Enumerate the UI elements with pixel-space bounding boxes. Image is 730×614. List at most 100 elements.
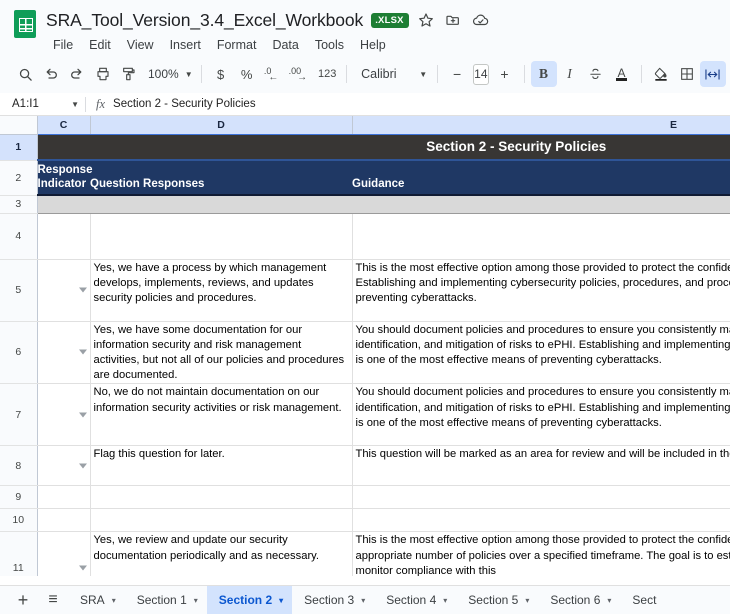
cell-d10[interactable] — [90, 509, 352, 532]
merge-cells-icon[interactable] — [700, 61, 726, 87]
cell-c4[interactable] — [37, 213, 90, 259]
decrease-font-size-button[interactable]: − — [444, 61, 470, 87]
cell-d9[interactable] — [90, 486, 352, 509]
cell-d11-question-response[interactable]: Yes, we review and update our security d… — [90, 532, 352, 576]
table-row[interactable]: 9 — [0, 486, 730, 509]
print-icon[interactable] — [90, 61, 116, 87]
row-header-4[interactable]: 4 — [0, 213, 37, 259]
strikethrough-button[interactable] — [583, 61, 609, 87]
dropdown-caret-icon[interactable] — [79, 350, 87, 355]
add-sheet-icon[interactable]: + — [8, 586, 38, 614]
select-all-corner[interactable] — [0, 116, 37, 134]
chevron-down-icon[interactable]: ▾ — [279, 596, 283, 605]
row-header-10[interactable]: 10 — [0, 509, 37, 532]
sheet-tab-section-3[interactable]: Section 3 ▾ — [292, 586, 374, 614]
menu-edit[interactable]: Edit — [82, 36, 118, 54]
increase-font-size-button[interactable]: + — [492, 61, 518, 87]
italic-button[interactable]: I — [557, 61, 583, 87]
table-row[interactable]: 6 Yes, we have some documentation for ou… — [0, 321, 730, 384]
cell-c8-response-indicator[interactable] — [37, 446, 90, 486]
menu-data[interactable]: Data — [265, 36, 305, 54]
sheet-tab-section-2[interactable]: Section 2 ▾ — [207, 586, 292, 614]
table-row[interactable]: 5 Yes, we have a process by which manage… — [0, 259, 730, 321]
cell-c5-response-indicator[interactable] — [37, 259, 90, 321]
cell-e10[interactable] — [352, 509, 730, 532]
cell-e7-guidance[interactable]: You should document policies and procedu… — [352, 384, 730, 446]
section-title-cell[interactable]: Section 2 - Security Policies — [37, 134, 730, 160]
percent-format-button[interactable]: % — [234, 61, 260, 87]
currency-format-button[interactable]: $ — [208, 61, 234, 87]
cell-e11-guidance[interactable]: This is the most effective option among … — [352, 532, 730, 576]
dropdown-caret-icon[interactable] — [79, 463, 87, 468]
undo-icon[interactable] — [38, 61, 64, 87]
row-header-5[interactable]: 5 — [0, 259, 37, 321]
cell-e5-guidance[interactable]: This is the most effective option among … — [352, 259, 730, 321]
increase-decimal-button[interactable]: .00→ — [286, 61, 315, 87]
menu-tools[interactable]: Tools — [308, 36, 351, 54]
cell-d5-question-response[interactable]: Yes, we have a process by which manageme… — [90, 259, 352, 321]
cell-d4[interactable] — [90, 213, 352, 259]
sheet-tab-section-4[interactable]: Section 4 ▾ — [374, 586, 456, 614]
column-header-e[interactable]: E — [352, 116, 730, 134]
table-row[interactable]: 3 — [0, 195, 730, 213]
sheet-tab-section-7[interactable]: Sect — [620, 586, 665, 614]
cell-e9[interactable] — [352, 486, 730, 509]
cell-c11-response-indicator[interactable] — [37, 532, 90, 576]
dropdown-caret-icon[interactable] — [79, 288, 87, 293]
spreadsheet-grid[interactable]: C D E 1 Section 2 - Security Policies 2 … — [0, 116, 730, 576]
row-header-9[interactable]: 9 — [0, 486, 37, 509]
redo-icon[interactable] — [64, 61, 90, 87]
header-question-responses[interactable]: Question Responses — [90, 160, 352, 195]
fill-color-icon[interactable] — [648, 61, 674, 87]
cell-c9[interactable] — [37, 486, 90, 509]
cell-e8-guidance[interactable]: This question will be marked as an area … — [352, 446, 730, 486]
row-header-6[interactable]: 6 — [0, 321, 37, 384]
chevron-down-icon[interactable]: ▾ — [525, 596, 529, 605]
cell-e6-guidance[interactable]: You should document policies and procedu… — [352, 321, 730, 384]
row-header-8[interactable]: 8 — [0, 446, 37, 486]
star-icon[interactable] — [418, 12, 434, 28]
table-row[interactable]: 4 — [0, 213, 730, 259]
cell-c10[interactable] — [37, 509, 90, 532]
table-row[interactable]: 11 Yes, we review and update our securit… — [0, 532, 730, 576]
cell-d8-question-response[interactable]: Flag this question for later. — [90, 446, 352, 486]
text-color-button[interactable]: A — [609, 61, 635, 87]
move-to-folder-icon[interactable] — [445, 12, 461, 28]
font-family-dropdown[interactable]: Calibri ▼ — [353, 61, 431, 87]
table-row[interactable]: 8 Flag this question for later. This que… — [0, 446, 730, 486]
menu-view[interactable]: View — [120, 36, 161, 54]
chevron-down-icon[interactable]: ▾ — [443, 596, 447, 605]
spacer-cell[interactable] — [37, 195, 730, 213]
sheet-tab-section-6[interactable]: Section 6 ▾ — [538, 586, 620, 614]
borders-icon[interactable] — [674, 61, 700, 87]
zoom-level-dropdown[interactable]: 100% ▼ — [142, 61, 195, 87]
cell-d6-question-response[interactable]: Yes, we have some documentation for our … — [90, 321, 352, 384]
cell-c7-response-indicator[interactable] — [37, 384, 90, 446]
menu-format[interactable]: Format — [210, 36, 264, 54]
sheet-tab-sra[interactable]: SRA ▾ — [68, 586, 125, 614]
chevron-down-icon[interactable]: ▾ — [112, 596, 116, 605]
sheet-tab-section-5[interactable]: Section 5 ▾ — [456, 586, 538, 614]
menu-file[interactable]: File — [46, 36, 80, 54]
font-size-input[interactable]: 14 — [473, 64, 488, 85]
formula-input[interactable]: Section 2 - Security Policies — [113, 98, 256, 110]
bold-button[interactable]: B — [531, 61, 557, 87]
all-sheets-menu-icon[interactable]: ≡ — [38, 586, 68, 614]
paint-format-icon[interactable] — [116, 61, 142, 87]
column-header-d[interactable]: D — [90, 116, 352, 134]
table-row[interactable]: 7 No, we do not maintain documentation o… — [0, 384, 730, 446]
row-header-1[interactable]: 1 — [0, 134, 37, 160]
table-row[interactable]: 10 — [0, 509, 730, 532]
chevron-down-icon[interactable]: ▾ — [361, 596, 365, 605]
search-icon[interactable] — [12, 61, 38, 87]
row-header-11[interactable]: 11 — [0, 532, 37, 576]
document-title[interactable]: SRA_Tool_Version_3.4_Excel_Workbook — [46, 10, 363, 31]
decrease-decimal-button[interactable]: .0← — [260, 61, 286, 87]
row-header-3[interactable]: 3 — [0, 195, 37, 213]
table-row[interactable]: 1 Section 2 - Security Policies — [0, 134, 730, 160]
dropdown-caret-icon[interactable] — [79, 412, 87, 417]
cell-e4[interactable] — [352, 213, 730, 259]
name-box[interactable]: A1:I1 ▼ — [0, 93, 85, 115]
header-guidance[interactable]: Guidance — [352, 160, 730, 195]
more-options-chevron-icon[interactable]: ▼ — [726, 61, 730, 87]
